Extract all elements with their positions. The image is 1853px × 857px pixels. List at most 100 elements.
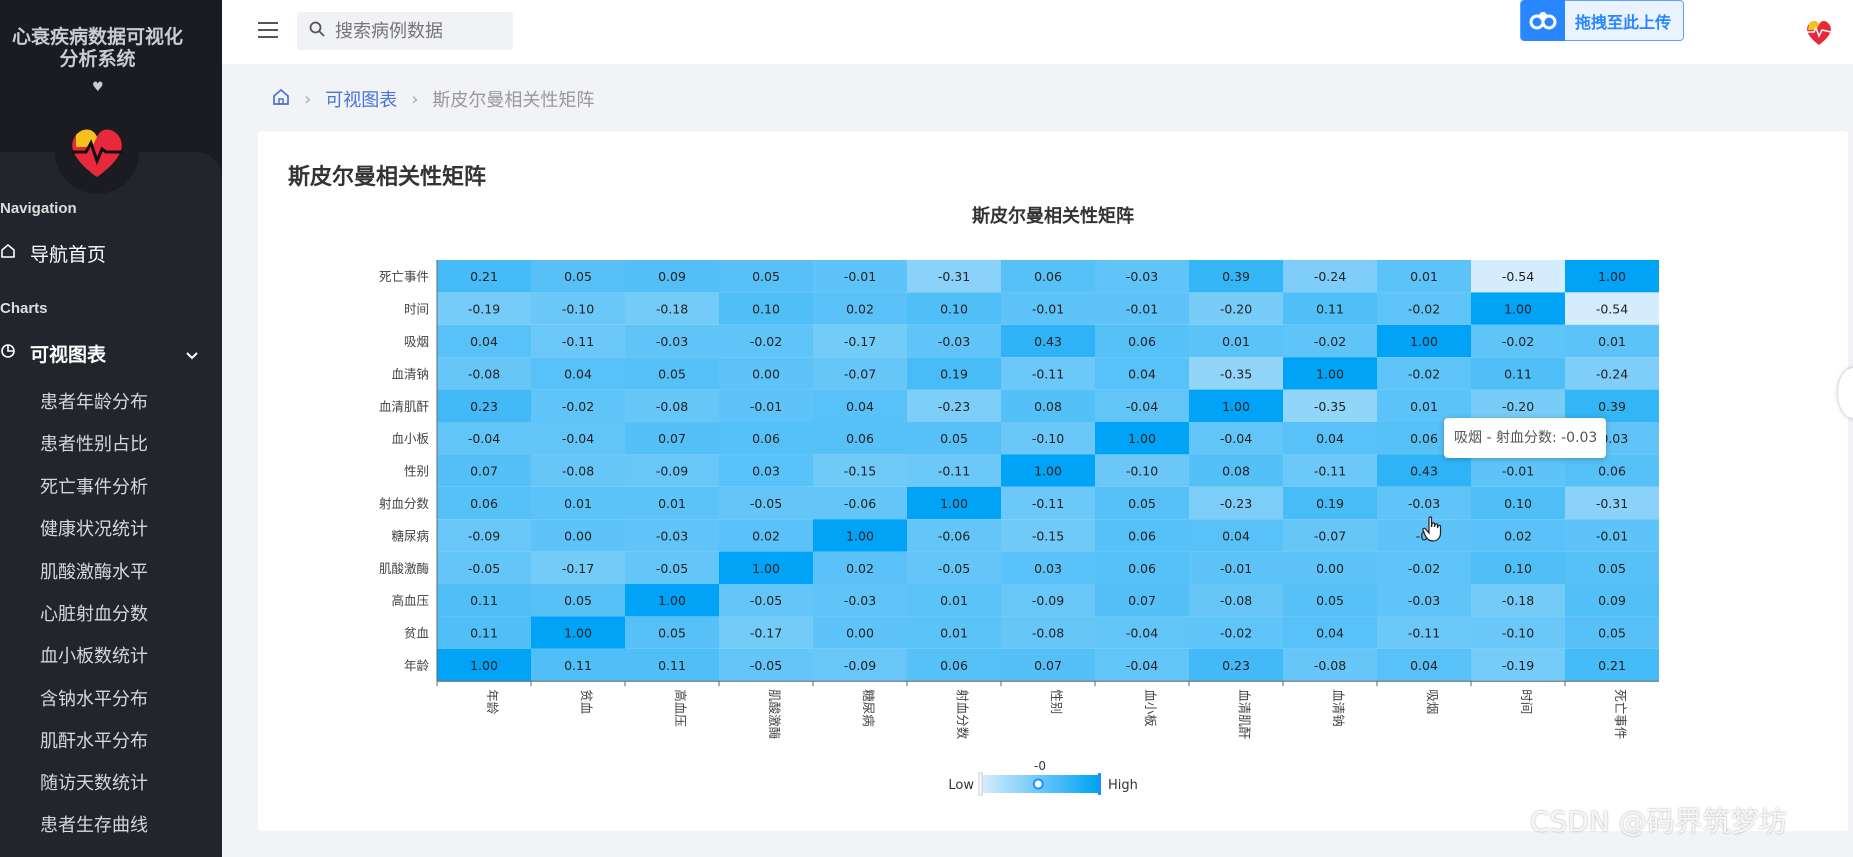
heatmap-cell-label: -0.04 <box>1126 626 1158 641</box>
heatmap-cell-label: -0.10 <box>1126 464 1158 479</box>
menu-toggle-button[interactable] <box>258 22 278 38</box>
sidebar-item-health[interactable]: 健康状况统计 <box>40 517 148 543</box>
heatmap-cell-label: -0.03 <box>656 334 688 349</box>
search-icon <box>309 21 325 41</box>
heatmap-cell-label: 0.04 <box>564 366 592 381</box>
nav-home-label: 导航首页 <box>30 243 107 266</box>
y-axis-tick-label: 年龄 <box>404 658 430 673</box>
nav-charts[interactable]: 可视图表 <box>0 338 106 368</box>
heatmap-cell-label: -0.31 <box>938 269 970 284</box>
breadcrumb-separator-icon: › <box>411 88 419 110</box>
sidebar-item-sodium[interactable]: 含钠水平分布 <box>40 687 148 713</box>
heatmap-cell-label: 0.43 <box>1034 334 1062 349</box>
heatmap-cell-label: -0.05 <box>468 561 500 576</box>
heatmap-cell-label: -0.09 <box>656 464 688 479</box>
heatmap-cell-label: -0.04 <box>562 431 594 446</box>
heatmap-cell-label: 0.03 <box>1034 561 1062 576</box>
heatmap-cell-label: -0.11 <box>1032 496 1064 511</box>
heatmap-cell-label: 0.03 <box>752 464 780 479</box>
breadcrumb-current: 斯皮尔曼相关性矩阵 <box>432 90 595 111</box>
search-box[interactable] <box>297 12 513 50</box>
visual-map-low-label: Low <box>948 778 974 793</box>
breadcrumb: › 可视图表 › 斯皮尔曼相关性矩阵 <box>272 86 594 112</box>
heatmap-cell-label: -0.03 <box>1126 269 1158 284</box>
heatmap-cell-label: 0.04 <box>1410 658 1438 673</box>
sidebar-item-age[interactable]: 患者年龄分布 <box>40 390 148 416</box>
heatmap-cell-label: 0.05 <box>658 366 686 381</box>
app-title-line1: 心衰疾病数据可视化 <box>11 26 183 48</box>
heatmap-cell-label: 1.00 <box>1034 464 1062 479</box>
heatmap-cell-label: 0.02 <box>846 561 874 576</box>
heatmap-cell-label: -0.09 <box>468 528 500 543</box>
sidebar-item-gender[interactable]: 患者性别占比 <box>40 432 148 458</box>
heatmap-cell-label: 1.00 <box>470 658 498 673</box>
heatmap-cell-label: 0.09 <box>658 269 686 284</box>
heatmap-chart[interactable]: 0.21 0.05 0.09 0.05 -0.01 -0.31 0.06 -0.03 0.39 -… <box>258 131 1848 831</box>
sidebar-item-followup[interactable]: 随访天数统计 <box>40 771 148 797</box>
heatmap-cell-label: -0.04 <box>1126 658 1158 673</box>
heatmap-cell-label: 0.05 <box>1598 561 1626 576</box>
nav-home[interactable]: 导航首页 <box>0 238 106 268</box>
sidebar-item-creatinine[interactable]: 肌酐水平分布 <box>40 729 148 755</box>
heatmap-cell-label: -0.10 <box>1032 431 1064 446</box>
heatmap-cell-label: -0.05 <box>656 561 688 576</box>
heatmap-cell-label: -0.01 <box>750 399 782 414</box>
sidebar-item-platelets[interactable]: 血小板数统计 <box>40 644 148 670</box>
heatmap-cell-label: -0.01 <box>1220 561 1252 576</box>
heatmap-cell-label: -0.06 <box>844 496 876 511</box>
x-axis-tick-label: 高血压 <box>673 689 688 727</box>
heatmap-cell-label: 0.11 <box>470 626 498 641</box>
breadcrumb-link[interactable]: 可视图表 <box>325 86 397 112</box>
pie-chart-icon <box>0 342 30 364</box>
heatmap-cell-label: 0.06 <box>1128 561 1156 576</box>
search-input[interactable] <box>335 20 505 42</box>
heatmap-cell-label: -0.07 <box>1314 528 1346 543</box>
heatmap-cell-label: -0.05 <box>938 561 970 576</box>
app-title-line2: 分析系统 <box>59 48 136 70</box>
heatmap-cell-label: 1.00 <box>1504 302 1532 317</box>
heatmap-cell-label: -0.10 <box>562 302 594 317</box>
heatmap-cell-label: 0.01 <box>1410 399 1438 414</box>
heatmap-cell-label: 0.06 <box>1034 269 1062 284</box>
sidebar-item-survival[interactable]: 患者生存曲线 <box>40 813 148 839</box>
chevron-down-icon[interactable] <box>186 346 198 365</box>
heatmap-cell-label: 0.04 <box>470 334 498 349</box>
heatmap-cell-label: 0.06 <box>470 496 498 511</box>
heatmap-cell-label: 0.21 <box>1598 658 1626 673</box>
heatmap-cell-label: -0.01 <box>1502 464 1534 479</box>
x-axis-tick-label: 血清肌酐 <box>1237 689 1252 739</box>
heatmap-cell-label: 0.05 <box>564 269 592 284</box>
nav-charts-label: 可视图表 <box>30 343 107 366</box>
sidebar-item-cpk[interactable]: 肌酸激酶水平 <box>40 560 148 586</box>
heatmap-cell-label: 0.06 <box>1410 431 1438 446</box>
heatmap-cell-label: 0.39 <box>1598 399 1626 414</box>
home-icon[interactable] <box>272 88 290 111</box>
heatmap-cell-label: 0.23 <box>470 399 498 414</box>
heatmap-cell-label: -0.11 <box>1314 464 1346 479</box>
sidebar-item-death[interactable]: 死亡事件分析 <box>40 475 148 501</box>
heatmap-cell-label: -0.20 <box>1220 302 1252 317</box>
heatmap-cell-label: -0.02 <box>1408 561 1440 576</box>
heatmap-cell-label: -0.08 <box>1220 593 1252 608</box>
x-axis-tick-label: 贫血 <box>579 689 594 714</box>
heatmap-cell-label: 0.00 <box>564 528 592 543</box>
heart-logo-icon <box>63 118 131 186</box>
heatmap-cell-label: -0.23 <box>1220 496 1252 511</box>
home-icon <box>0 242 30 264</box>
heatmap-cell-label: -0.19 <box>468 302 500 317</box>
heatmap-cell-label: 0.04 <box>1316 626 1344 641</box>
app-title: 心衰疾病数据可视化 分析系统 <box>0 26 195 70</box>
y-axis-tick-label: 血清肌酐 <box>379 399 429 414</box>
section-navigation: Navigation <box>0 200 77 217</box>
y-axis-tick-label: 糖尿病 <box>391 528 429 543</box>
heatmap-cell-label: 0.08 <box>1034 399 1062 414</box>
upload-button[interactable]: 拖拽至此上传 <box>1520 0 1684 41</box>
heatmap-cell-label: -0.15 <box>844 464 876 479</box>
heatmap-cell-label: 0.23 <box>1222 658 1250 673</box>
y-axis-tick-label: 射血分数 <box>379 496 430 511</box>
heatmap-cell-label: 0.04 <box>846 399 874 414</box>
heatmap-cell-label: 0.04 <box>1222 528 1250 543</box>
sidebar-item-ejection[interactable]: 心脏射血分数 <box>40 602 148 628</box>
heatmap-cell-label: -0.54 <box>1502 269 1534 284</box>
y-axis-tick-label: 血小板 <box>391 431 429 446</box>
